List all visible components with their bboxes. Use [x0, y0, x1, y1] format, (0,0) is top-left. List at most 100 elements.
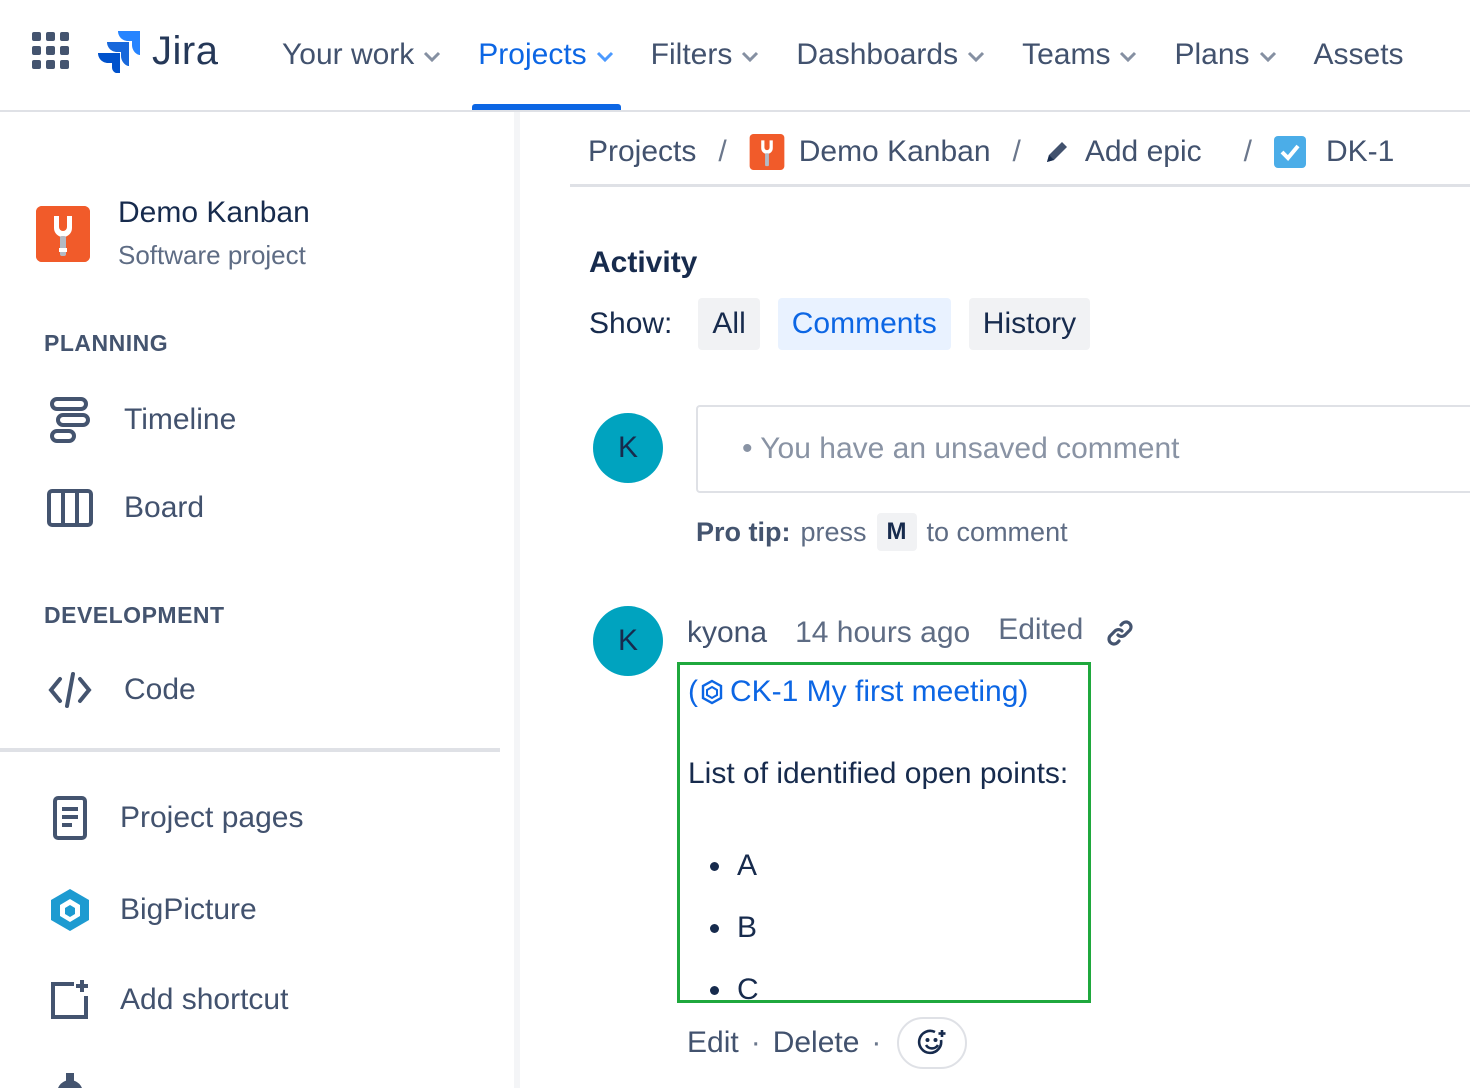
timeline-icon — [44, 394, 96, 446]
bigpicture-icon — [44, 884, 96, 936]
nav-teams[interactable]: Teams — [1022, 0, 1138, 110]
breadcrumb-projects[interactable]: Projects — [588, 135, 696, 169]
bullet-icon — [710, 923, 719, 933]
nav-label: Assets — [1313, 38, 1404, 71]
sidebar-item-label: Board — [124, 491, 205, 524]
app-name: Jira — [152, 28, 219, 73]
issue-link-text: CK-1 My first meeting) — [730, 675, 1029, 708]
sidebar-item-settings-partial[interactable] — [44, 1067, 120, 1088]
project-type: Software project — [118, 240, 306, 270]
nav-label: Filters — [650, 38, 733, 71]
nav-plans[interactable]: Plans — [1174, 0, 1277, 110]
nav-dashboards[interactable]: Dashboards — [796, 0, 986, 110]
pro-tip-press: press — [800, 516, 867, 547]
sidebar-item-board[interactable]: Board — [44, 482, 204, 534]
sidebar-item-code[interactable]: Code — [44, 664, 196, 716]
comment-paragraph: List of identified open points: — [688, 757, 1069, 790]
action-separator: · — [871, 1026, 882, 1059]
sidebar-item-timeline[interactable]: Timeline — [44, 394, 236, 446]
project-sidebar: Demo Kanban Software project PLANNING Ti… — [0, 112, 518, 1088]
breadcrumb-demo-kanban[interactable]: Demo Kanban — [749, 134, 991, 170]
project-header[interactable]: Demo Kanban Software project — [36, 196, 310, 271]
comment-actions: Edit · Delete · — [687, 1016, 968, 1070]
project-name: Demo Kanban — [118, 196, 310, 229]
breadcrumb-separator: / — [718, 135, 727, 168]
nav-label: Dashboards — [796, 38, 959, 71]
add-shortcut-icon — [44, 974, 96, 1026]
comment-bullet-list: A B C — [710, 835, 759, 1021]
activity-filter-bar: Show: All Comments History — [589, 298, 1108, 350]
project-avatar — [36, 205, 90, 262]
breadcrumb-divider — [570, 184, 1470, 187]
add-reaction-icon — [918, 1029, 946, 1055]
comment-author[interactable]: kyona — [687, 616, 767, 650]
filter-all-button[interactable]: All — [698, 298, 760, 350]
task-checkbox-icon — [1273, 136, 1306, 168]
bullet-icon — [710, 985, 719, 995]
add-reaction-button[interactable] — [897, 1017, 968, 1069]
jira-logo[interactable]: Jira — [98, 26, 218, 76]
pencil-icon — [1043, 138, 1071, 166]
nav-filters[interactable]: Filters — [651, 0, 761, 110]
nav-label: Your work — [282, 38, 415, 71]
nav-your-work[interactable]: Your work — [282, 0, 442, 110]
breadcrumb-separator: / — [1243, 135, 1252, 168]
list-item: C — [710, 959, 759, 1021]
action-separator: · — [750, 1026, 761, 1059]
top-navigation: Jira Your work Projects Filters Dashboar… — [0, 0, 1470, 112]
filter-history-button[interactable]: History — [968, 298, 1091, 350]
nav-projects[interactable]: Projects — [472, 0, 622, 110]
issue-link[interactable]: ( CK-1 My first meeting) — [688, 675, 1028, 709]
list-item-text: A — [737, 849, 758, 882]
sidebar-resize-handle[interactable] — [514, 112, 520, 1088]
nav-label: Projects — [478, 38, 587, 71]
breadcrumb: Projects / Demo Kanban / Add epic / DK-1 — [588, 128, 1394, 176]
sidebar-item-label: Add shortcut — [120, 983, 289, 1016]
comment-header: kyona 14 hours ago Edited — [687, 610, 1135, 656]
list-item: A — [710, 835, 759, 897]
breadcrumb-separator: / — [1012, 135, 1021, 168]
gear-icon — [44, 1067, 96, 1088]
add-comment-input[interactable]: • You have an unsaved comment — [696, 405, 1470, 493]
project-avatar-icon — [749, 134, 785, 170]
nav-assets[interactable]: Assets — [1314, 0, 1404, 110]
list-item-text: C — [737, 973, 759, 1006]
comment-timestamp[interactable]: 14 hours ago — [795, 616, 970, 650]
current-user-avatar: K — [593, 413, 663, 483]
sidebar-item-add-shortcut[interactable]: Add shortcut — [44, 974, 288, 1026]
comment-author-avatar[interactable]: K — [593, 606, 663, 676]
app-switcher-icon[interactable] — [32, 32, 70, 70]
breadcrumb-label: Add epic — [1084, 135, 1202, 168]
page-icon — [44, 792, 96, 844]
section-label-development: DEVELOPMENT — [44, 602, 225, 628]
breadcrumb-label: DK-1 — [1325, 135, 1395, 168]
pro-tip-label: Pro tip: — [696, 516, 791, 547]
breadcrumb-add-epic[interactable]: Add epic — [1043, 135, 1202, 169]
nav-label: Plans — [1174, 38, 1250, 71]
jira-logo-icon — [98, 31, 140, 73]
chevron-down-icon — [1118, 38, 1138, 72]
sidebar-item-label: Project pages — [120, 801, 304, 834]
sidebar-item-project-pages[interactable]: Project pages — [44, 792, 303, 844]
filter-comments-button[interactable]: Comments — [777, 298, 951, 350]
chevron-down-icon — [1258, 38, 1278, 72]
breadcrumb-label: Demo Kanban — [798, 135, 991, 168]
delete-comment-button[interactable]: Delete — [773, 1026, 860, 1060]
comment-body: ( CK-1 My first meeting) List of identif… — [677, 662, 1091, 1006]
hexagon-issue-icon — [700, 679, 724, 705]
comment-edited-label: Edited — [998, 613, 1084, 646]
breadcrumb-label: Projects — [588, 135, 697, 168]
chevron-down-icon — [422, 38, 442, 72]
list-item: B — [710, 897, 759, 959]
code-icon — [44, 664, 96, 716]
section-label-planning: PLANNING — [44, 330, 169, 356]
breadcrumb-dk-1[interactable]: DK-1 — [1273, 135, 1395, 169]
board-icon — [44, 482, 96, 534]
sidebar-item-label: BigPicture — [120, 893, 257, 926]
edit-comment-button[interactable]: Edit — [687, 1026, 739, 1060]
show-label: Show: — [589, 307, 673, 340]
link-icon[interactable] — [1105, 618, 1135, 648]
sidebar-item-label: Timeline — [124, 403, 237, 436]
nav-label: Teams — [1022, 38, 1111, 71]
sidebar-item-bigpicture[interactable]: BigPicture — [44, 884, 257, 936]
